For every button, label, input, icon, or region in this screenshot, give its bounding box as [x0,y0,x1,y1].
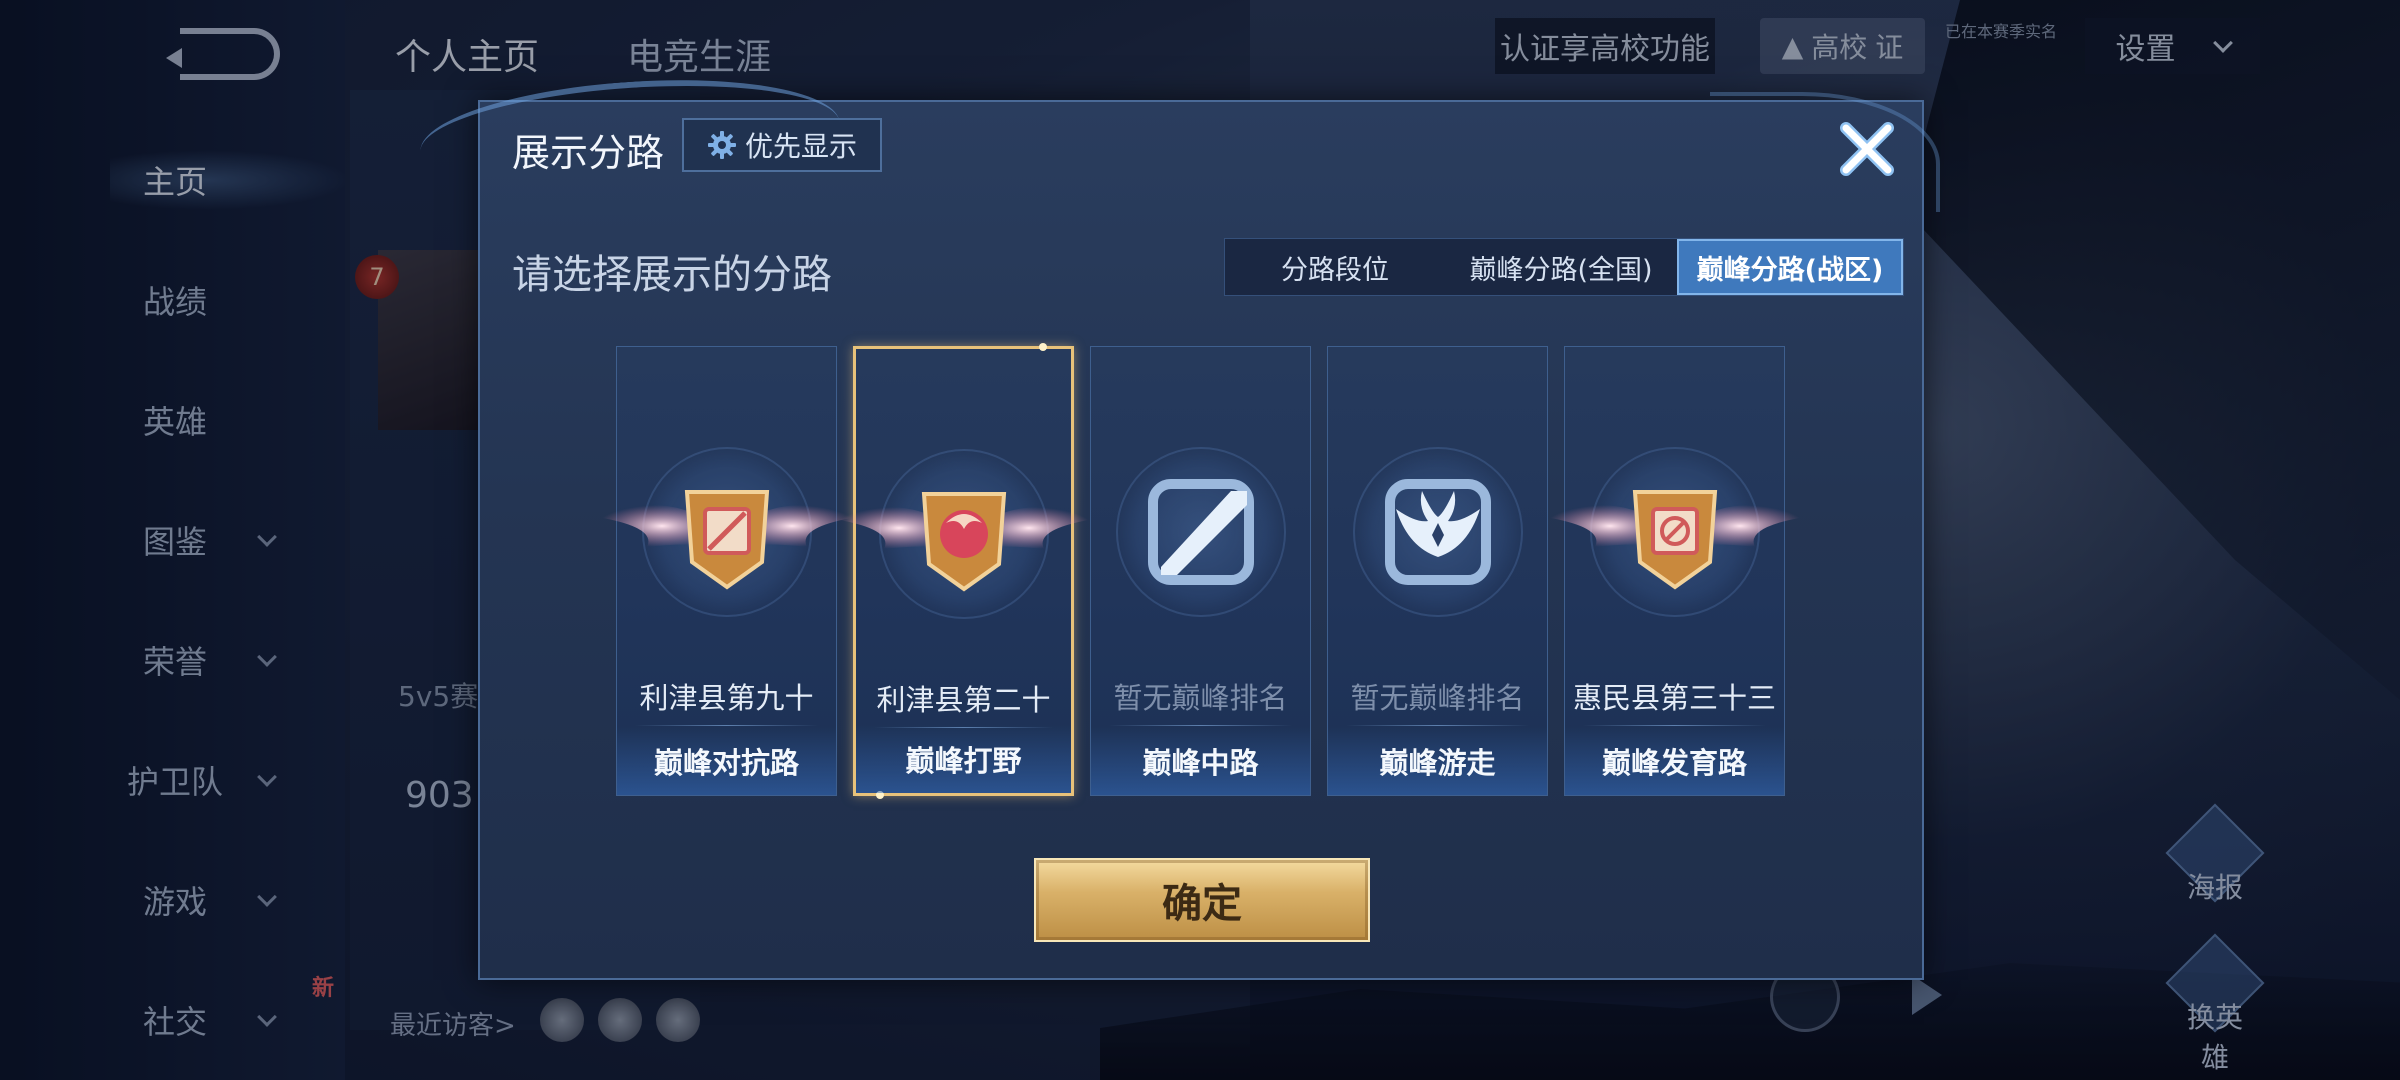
lane-card-farm[interactable]: 惠民县第三十三 巅峰发育路 [1544,346,1805,796]
priority-display-label: 优先显示 [744,130,857,163]
lane-label: 巅峰中路 [1091,727,1310,795]
lane-card-jungle[interactable]: 利津县第二十 巅峰打野 [833,343,1094,799]
dialog-subtitle: 请选择展示的分路 [512,252,832,298]
priority-display-button[interactable]: 优先显示 [682,118,882,172]
rank-text: 惠民县第三十三 [1572,681,1776,715]
tab-lane-rank[interactable]: 分路段位 [1225,239,1445,295]
card-divider [1346,725,1529,726]
card-divider [635,725,818,726]
decorative-swirl [1710,92,1940,212]
lane-label: 巅峰游走 [1328,727,1547,795]
lane-card-clash[interactable]: 利津县第九十 巅峰对抗路 [596,346,857,796]
lane-label: 巅峰打野 [856,725,1071,793]
dialog-title: 展示分路 [512,131,665,175]
corner-sparkle [1039,343,1047,351]
tab-peak-region[interactable]: 巅峰分路(战区) [1677,239,1903,295]
rank-text: 暂无巅峰排名 [1350,681,1525,715]
close-icon[interactable] [1832,114,1902,184]
farm-lane-emblem-icon [1544,490,1805,590]
lane-type-tabs: 分路段位 巅峰分路(全国) 巅峰分路(战区) [1224,238,1904,296]
lane-display-dialog: 展示分路 优先显示 请选择展示的分路 分路段位 巅峰分路(全国) 巅峰分路(战区… [416,67,1940,980]
rank-text: 利津县第二十 [876,683,1051,717]
lane-label: 巅峰对抗路 [617,727,836,795]
confirm-button[interactable]: 确定 [1034,858,1370,942]
card-divider [1109,725,1292,726]
gear-icon [707,130,737,160]
rank-text: 暂无巅峰排名 [1113,681,1288,715]
card-divider [1583,725,1766,726]
lane-card-mid[interactable]: 暂无巅峰排名 巅峰中路 [1090,346,1311,796]
rank-text: 利津县第九十 [639,681,814,715]
lane-label: 巅峰发育路 [1565,727,1784,795]
tab-peak-national[interactable]: 巅峰分路(全国) [1445,239,1677,295]
lane-card-roam[interactable]: 暂无巅峰排名 巅峰游走 [1327,346,1548,796]
lane-cards: 利津县第九十 巅峰对抗路 利津县第二十 巅峰打野 暂无巅峰排名 巅峰中路 暂无巅… [596,343,1805,799]
